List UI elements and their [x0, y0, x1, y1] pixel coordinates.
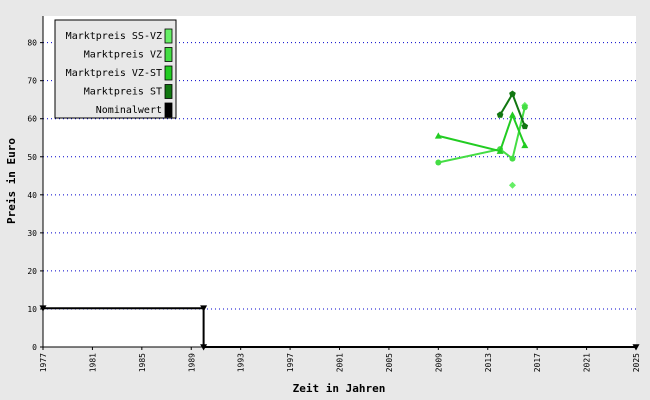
legend-label-2: Marktpreis VZ-ST: [66, 68, 162, 79]
y-tick-label-80: 80: [27, 39, 37, 48]
x-tick-label-1977: 1977: [39, 353, 48, 372]
x-axis-label: Zeit in Jahren: [293, 382, 386, 395]
x-tick-label-2017: 2017: [533, 353, 542, 372]
legend-label-1: Marktpreis VZ: [84, 50, 162, 61]
x-tick-label-1989: 1989: [187, 353, 196, 372]
x-tick-label-1981: 1981: [88, 353, 97, 372]
x-tick-label-1997: 1997: [286, 353, 295, 372]
legend-swatch-2: [164, 65, 173, 81]
legend-label-3: Marktpreis ST: [84, 87, 162, 98]
x-tick-label-2025: 2025: [632, 353, 641, 372]
y-tick-label-10: 10: [27, 305, 37, 314]
x-tick-label-2005: 2005: [385, 353, 394, 372]
series-1-point-3: [521, 104, 528, 111]
x-tick-label-2009: 2009: [434, 353, 443, 372]
legend-swatch-3: [164, 84, 173, 99]
y-tick-label-50: 50: [27, 153, 37, 162]
chart: 0 10 20 30 40 50 60 70 80 1977 1981 1985 1989 1993 199…: [0, 0, 650, 400]
y-tick-label-30: 30: [27, 229, 37, 238]
legend-swatch-0: [164, 28, 173, 44]
legend-swatch-4: [164, 102, 173, 118]
x-tick-label-1985: 1985: [138, 353, 147, 372]
x-tick-label-2021: 2021: [583, 353, 592, 372]
x-tick-label-2001: 2001: [336, 353, 345, 372]
legend-label-4: Nominalwert: [96, 105, 162, 116]
y-tick-label-40: 40: [27, 191, 37, 200]
series-1-point-2: [509, 155, 516, 162]
legend-swatch-1: [164, 47, 173, 62]
series-1-point-0: [435, 159, 442, 166]
x-tick-label-1993: 1993: [237, 353, 246, 372]
legend-label-0: Marktpreis SS-VZ: [66, 31, 162, 42]
y-axis-label: Preis in Euro: [5, 138, 18, 224]
x-tick-label-2013: 2013: [484, 353, 493, 372]
y-tick-label-0: 0: [32, 343, 37, 352]
y-tick-label-60: 60: [27, 115, 37, 124]
y-tick-label-70: 70: [27, 77, 37, 86]
y-tick-label-20: 20: [27, 267, 37, 276]
legend: Marktpreis SS-VZ Marktpreis VZ Marktpreis …: [54, 19, 177, 119]
